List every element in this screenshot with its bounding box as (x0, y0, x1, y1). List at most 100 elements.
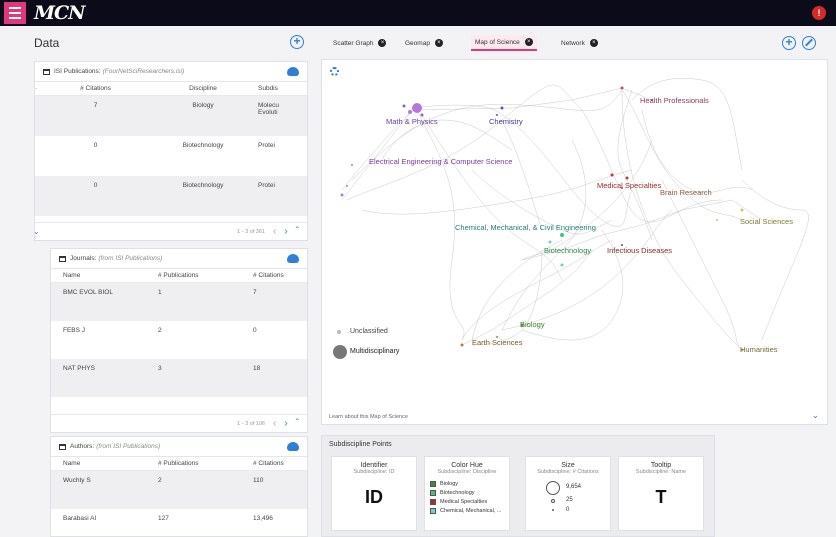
card-title: Color Hue (451, 462, 483, 469)
tooltip-card[interactable]: Tooltip Subdiscipline: Name T (618, 456, 704, 531)
table-row[interactable]: FEBS J 2 0 (51, 321, 307, 359)
next-page-icon[interactable]: › (284, 226, 287, 237)
table-row[interactable]: Barabasi AI 127 13,496 (51, 509, 307, 535)
hue-label: Biology (440, 480, 459, 487)
tab-label: Geomap (405, 39, 430, 47)
card-title: ISI Publications: (54, 68, 101, 75)
pager-text: 1 - 3 of 361 (237, 228, 265, 235)
table-header: Name # Publications # Citations (51, 269, 307, 283)
close-icon[interactable]: × (378, 39, 387, 47)
add-data-icon[interactable]: + (290, 35, 304, 49)
col-header[interactable]: Subdis (258, 85, 298, 92)
discipline-label[interactable]: Humanities (740, 345, 778, 354)
collapse-up-icon[interactable]: ˆ (296, 226, 299, 237)
discipline-label[interactable]: Chemistry (489, 117, 523, 126)
color-hue-card[interactable]: Color Hue Subdiscipline: Discipline Biol… (424, 456, 510, 531)
hue-label: Chemical, Mechanical, ... (440, 507, 502, 514)
col-header[interactable]: # Citations (253, 272, 303, 279)
cell: 13,496 (253, 515, 273, 522)
table-icon (43, 68, 50, 75)
edit-icon[interactable] (802, 36, 816, 50)
collapse-up-icon[interactable]: ˆ (296, 418, 299, 429)
table-row[interactable]: 0 Biotechnology Protei (35, 136, 307, 176)
tab-geomap[interactable]: Geomap × (401, 35, 447, 51)
card-header: Authors: (from ISI Publications) (51, 437, 307, 457)
discipline-label[interactable]: Earth Sciences (472, 338, 522, 347)
data-panel-title: Data (34, 36, 60, 50)
col-header[interactable]: Name (63, 460, 158, 467)
tab-label: Scatter Graph (333, 39, 374, 47)
tab-network[interactable]: Network × (557, 35, 602, 51)
cell: 7 (253, 289, 257, 296)
legend-label: Unclassified (350, 328, 388, 335)
cloud-download-icon[interactable] (287, 442, 299, 451)
tab-map-of-science[interactable]: Map of Science × (471, 35, 537, 51)
color-swatch (430, 507, 436, 514)
cell: 110 (253, 477, 264, 484)
close-icon[interactable]: × (589, 39, 598, 47)
table-row[interactable]: BMC EVOL BIOL 1 7 (51, 283, 307, 321)
notification-icon[interactable]: ! (812, 6, 826, 20)
cell: Wuchty S (63, 477, 91, 484)
table-row[interactable]: Wuchty S 2 110 (51, 471, 307, 509)
col-header[interactable]: # Publications (158, 460, 253, 467)
size-value: 25 (566, 497, 573, 503)
tab-label: Map of Science (475, 38, 520, 46)
close-icon[interactable]: × (524, 38, 533, 46)
cloud-download-icon[interactable] (287, 254, 299, 263)
discipline-label[interactable]: Social Sciences (740, 217, 793, 226)
size-value: 9,654 (566, 484, 582, 490)
data-panel: Data + ISI Publications: (FourNetSciRese… (26, 26, 314, 537)
prev-page-icon[interactable]: ‹ (273, 226, 276, 237)
col-header[interactable]: # Publications (158, 272, 253, 279)
hue-item: Biotechnology (430, 488, 509, 497)
cell: Barabasi AI (63, 515, 97, 522)
col-header[interactable]: # Citations (43, 85, 148, 92)
discipline-label[interactable]: Chemical, Mechanical, & Civil Engineerin… (455, 223, 596, 232)
card-source: (FourNetSciResearchers.isi) (102, 68, 185, 75)
discipline-label[interactable]: Biology (520, 320, 545, 329)
close-icon[interactable]: × (434, 39, 443, 47)
subdiscipline-points-panel: Subdiscipline Points Identifier Subdisci… (321, 435, 715, 537)
chevron-down-icon[interactable]: ⌄ (811, 410, 819, 421)
cell: 2 (158, 477, 162, 484)
authors-card: Authors: (from ISI Publications) Name # … (50, 436, 308, 537)
discipline-label[interactable]: Biotechnology (544, 246, 591, 255)
table-row[interactable]: 7 Biology Molecu Evoluti (35, 96, 307, 136)
tab-scatter-graph[interactable]: Scatter Graph × (329, 35, 390, 51)
cell-line: Evoluti (258, 109, 278, 116)
tooltip-glyph: T (655, 487, 667, 507)
table-row[interactable]: NAT PHYS 3 18 (51, 359, 307, 397)
col-header[interactable]: Name (63, 272, 158, 279)
card-title: Authors: (70, 443, 95, 450)
pager: ⌄ 1 - 3 of 361 ‹ › ˆ (33, 222, 307, 240)
card-header: ISI Publications: (FourNetSciResearchers… (35, 62, 307, 82)
discipline-label[interactable]: Medical Specialties (597, 181, 661, 190)
discipline-label[interactable]: Infectious Diseases (607, 246, 672, 255)
hue-label: Medical Specialties (440, 498, 488, 505)
cell: 0 (253, 327, 257, 334)
prev-page-icon[interactable]: ‹ (273, 418, 276, 429)
hamburger-menu-icon[interactable] (4, 2, 26, 24)
collapse-chevron-icon[interactable]: ⌄ (33, 227, 40, 236)
discipline-label[interactable]: Electrical Engineering & Computer Scienc… (369, 157, 512, 166)
identifier-glyph: ID (365, 487, 383, 507)
cloud-download-icon[interactable] (287, 67, 299, 76)
hue-item: Biology (430, 479, 509, 488)
hue-label: Biotechnology (440, 489, 475, 496)
identifier-card[interactable]: Identifier Subdiscipline: ID ID (331, 456, 417, 531)
table-row[interactable]: 0 Biotechnology Protei (35, 176, 307, 216)
next-page-icon[interactable]: › (284, 418, 287, 429)
size-card[interactable]: Size Subdiscipline: # Citations 9,654 25… (525, 456, 611, 531)
learn-link[interactable]: Learn about this Map of Science (329, 414, 408, 420)
hue-item: Medical Specialties (430, 497, 509, 506)
discipline-label[interactable]: Brain Research (660, 188, 712, 197)
col-header[interactable]: Discipline (148, 85, 258, 92)
add-visualization-icon[interactable]: + (782, 36, 796, 50)
col-header[interactable]: # Citations (253, 460, 303, 467)
discipline-label[interactable]: Health Professionals (640, 96, 709, 105)
cell: BMC EVOL BIOL (63, 289, 113, 296)
discipline-label[interactable]: Math & Physics (386, 117, 438, 126)
color-swatch (430, 498, 436, 505)
card-title: Size (561, 462, 575, 469)
